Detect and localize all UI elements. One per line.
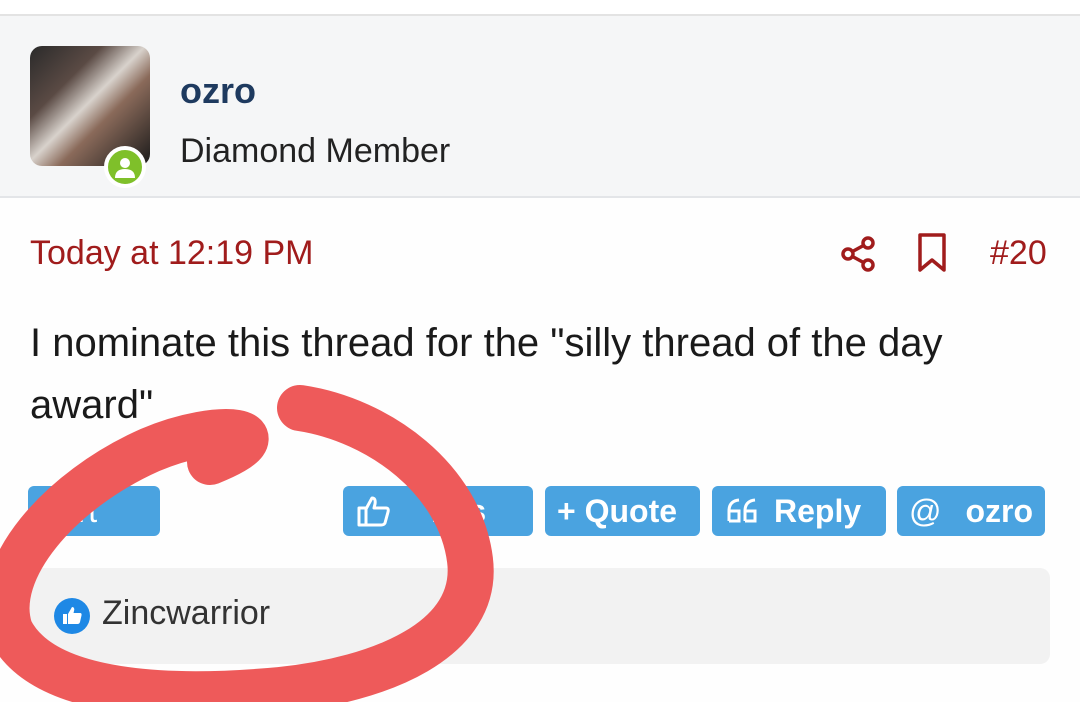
post-author-header: ozro Diamond Member bbox=[0, 16, 1080, 198]
bookmark-icon[interactable] bbox=[912, 232, 952, 274]
report-button[interactable]: port bbox=[28, 486, 160, 536]
like-button[interactable]: nks bbox=[343, 486, 533, 536]
report-button-label: port bbox=[42, 492, 98, 529]
post-date-link[interactable]: Today at 12:19 PM bbox=[30, 234, 314, 273]
at-icon: @ bbox=[909, 492, 942, 529]
quote-marks-icon bbox=[726, 497, 760, 525]
thumbs-up-icon bbox=[357, 495, 391, 527]
top-divider bbox=[0, 0, 1080, 16]
like-reaction-icon bbox=[54, 598, 90, 634]
reply-button-label: Reply bbox=[774, 492, 862, 529]
share-icon[interactable] bbox=[838, 234, 878, 274]
user-title: Diamond Member bbox=[180, 132, 451, 170]
quote-button-label: + Quote bbox=[557, 492, 678, 529]
like-button-label: nks bbox=[431, 492, 487, 529]
post-number-link[interactable]: #20 bbox=[990, 234, 1047, 273]
reactions-bar: Zincwarrior bbox=[30, 568, 1050, 664]
mention-button-label: ozro bbox=[965, 492, 1034, 529]
online-status-icon bbox=[104, 146, 146, 188]
mention-button[interactable]: @ ozro bbox=[897, 486, 1045, 536]
reply-button[interactable]: Reply bbox=[712, 486, 886, 536]
quote-button[interactable]: + Quote bbox=[545, 486, 700, 536]
username-link[interactable]: ozro bbox=[180, 70, 256, 112]
reaction-user-link[interactable]: Zincwarrior bbox=[102, 594, 270, 633]
post-body-text: I nominate this thread for the "silly th… bbox=[30, 321, 943, 427]
